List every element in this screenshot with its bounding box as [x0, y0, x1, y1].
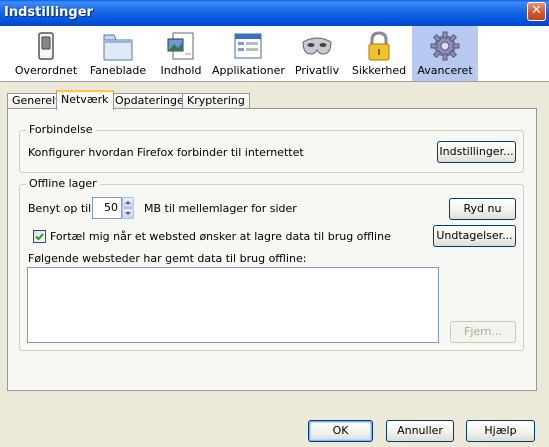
- tab-label: Opdateringer: [115, 94, 189, 107]
- tab-label: Kryptering: [187, 94, 245, 107]
- cache-size-input[interactable]: 50: [92, 197, 122, 219]
- cache-size-value: 50: [104, 201, 118, 214]
- toolbar-item-sikkerhed[interactable]: Sikkerhed: [350, 26, 408, 81]
- toolbar-item-privatliv[interactable]: Privatliv: [290, 26, 344, 81]
- checkmark-icon: [35, 233, 44, 241]
- close-icon[interactable]: ✕: [527, 2, 546, 21]
- exceptions-button[interactable]: Undtagelser...: [433, 225, 516, 247]
- offline-sites-label: Følgende websteder har gemt data til bru…: [28, 252, 307, 265]
- cache-unit-label: MB til mellemlager for sider: [144, 202, 297, 215]
- clear-now-button[interactable]: Ryd nu: [449, 198, 516, 220]
- notify-offline-checkbox[interactable]: [33, 230, 46, 243]
- tab-kryptering[interactable]: Kryptering: [182, 93, 250, 109]
- toolbar-item-label: Privatliv: [294, 64, 340, 77]
- toolbar-item-indhold[interactable]: Indhold: [153, 26, 209, 81]
- tab-opdateringer[interactable]: Opdateringer: [110, 93, 194, 109]
- offline-sites-list[interactable]: [27, 267, 439, 343]
- button-label: Hjælp: [484, 424, 517, 437]
- gear-icon: [430, 31, 460, 61]
- spin-up-icon[interactable]: [122, 197, 134, 208]
- button-label: Indstillinger...: [439, 145, 514, 158]
- connection-settings-button[interactable]: Indstillinger...: [437, 141, 516, 163]
- toolbar-item-avanceret[interactable]: Avanceret: [412, 26, 478, 81]
- connection-legend: Forbindelse: [26, 123, 96, 136]
- toolbar-item-label: Applikationer: [212, 64, 285, 77]
- cache-size-stepper[interactable]: [122, 197, 134, 219]
- toolbar-item-label: Overordnet: [14, 64, 78, 77]
- offline-legend: Offline lager: [26, 177, 100, 190]
- button-label: Undtagelser...: [436, 229, 513, 242]
- connection-description: Konfigurer hvordan Firefox forbinder til…: [28, 146, 304, 159]
- notify-offline-label: Fortæl mig når et websted ønsker at lagr…: [50, 230, 391, 243]
- button-label: Ryd nu: [463, 202, 502, 215]
- help-button[interactable]: Hjælp: [466, 420, 535, 442]
- cancel-button[interactable]: Annuller: [386, 420, 454, 442]
- toolbar-item-label: Avanceret: [417, 64, 473, 77]
- toolbar-item-overordnet[interactable]: Overordnet: [10, 26, 82, 81]
- switch-icon: [38, 32, 54, 60]
- title-bar: Indstillinger ✕: [0, 0, 549, 26]
- button-label: Annuller: [397, 424, 443, 437]
- window-title: Indstillinger: [4, 5, 93, 20]
- tab-label: Netværk: [61, 93, 109, 106]
- preferences-toolbar: Overordnet Faneblade Indhold Applikation…: [0, 26, 549, 82]
- remove-button[interactable]: Fjern...: [450, 321, 516, 343]
- padlock-icon: [368, 31, 390, 61]
- toolbar-item-label: Indhold: [160, 64, 202, 77]
- tab-netvaerk[interactable]: Netværk: [56, 90, 114, 110]
- spin-down-icon[interactable]: [122, 208, 134, 219]
- tab-label: Generelt: [12, 94, 60, 107]
- toolbar-item-label: Sikkerhed: [351, 64, 407, 77]
- button-label: Fjern...: [464, 325, 502, 338]
- toolbar-item-label: Faneblade: [89, 64, 147, 77]
- applications-icon: [234, 33, 262, 59]
- tabs-icon: [103, 34, 133, 61]
- toolbar-item-faneblade[interactable]: Faneblade: [86, 26, 150, 81]
- button-label: OK: [332, 424, 349, 437]
- ok-button[interactable]: OK: [308, 420, 373, 442]
- content-icon: [167, 32, 194, 60]
- use-up-to-label: Benyt op til: [28, 202, 92, 215]
- toolbar-item-applikationer[interactable]: Applikationer: [212, 26, 285, 81]
- mask-icon: [302, 37, 332, 55]
